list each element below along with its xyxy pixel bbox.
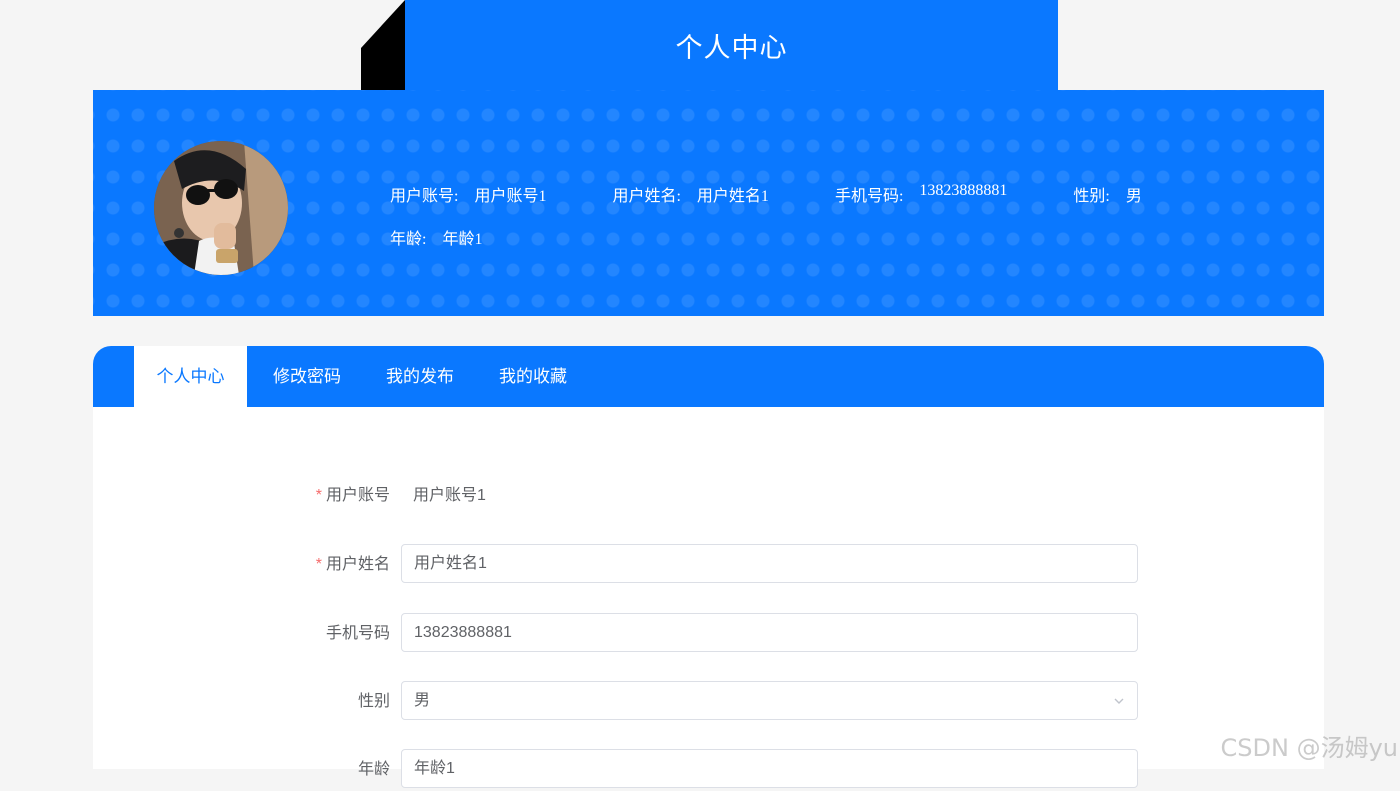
profile-info: 用户账号: 用户账号1 用户姓名: 用户姓名1 手机号码: 1382388888… [390,182,1208,268]
tab-change-password[interactable]: 修改密码 [261,346,353,407]
name-input[interactable]: 用户姓名1 [401,544,1138,583]
profile-account-label: 用户账号: [390,188,459,205]
required-mark: * [315,487,322,504]
required-mark: * [315,556,322,573]
profile-gender-label: 性别: [1073,188,1110,205]
title-corner-decoration [361,0,405,90]
tab-my-posts[interactable]: 我的发布 [374,346,466,407]
tab-bar: 个人中心 修改密码 我的发布 我的收藏 [93,346,1324,407]
profile-info-row-1: 用户账号: 用户账号1 用户姓名: 用户姓名1 手机号码: 1382388888… [390,182,1208,225]
name-label-text: 用户姓名 [325,556,390,573]
form-row-name: * 用户姓名 用户姓名1 [93,544,1324,586]
profile-name-value: 用户姓名1 [696,188,769,205]
form-row-gender: 性别 男 [93,681,1324,723]
account-label: * 用户账号 [316,475,390,517]
form-row-account: * 用户账号 用户账号1 [93,475,1324,517]
phone-input[interactable]: 13823888881 [401,613,1138,652]
gender-select-value: 男 [414,692,431,709]
profile-info-row-2: 年龄: 年龄1 [390,225,1208,268]
profile-age-value: 年龄1 [442,231,483,248]
age-label: 年龄 [357,761,390,778]
page-title-bar: 个人中心 [405,0,1058,90]
name-label: * 用户姓名 [316,544,390,586]
account-label-text: 用户账号 [325,487,390,504]
watermark: CSDN @汤姆yu [1220,734,1398,762]
phone-label: 手机号码 [325,625,390,642]
avatar [154,141,288,275]
profile-phone-label: 手机号码: [834,188,904,205]
profile-form-panel: * 用户账号 用户账号1 * 用户姓名 用户姓名1 手机号码 13823888881… [93,407,1324,788]
profile-name: 用户姓名: 用户姓名1 [612,182,768,206]
phone-input-value: 13823888881 [414,624,512,641]
chevron-down-icon [1114,698,1124,704]
form-row-age: 年龄 年龄1 [93,749,1324,791]
page-title: 个人中心 [675,33,788,63]
profile-age: 年龄: 年龄1 [390,225,482,249]
profile-gender: 性别: 男 [1073,182,1141,206]
profile-phone-value: 13823888881 [919,182,1008,199]
form-row-phone: 手机号码 13823888881 [93,613,1324,655]
profile-name-label: 用户姓名: [612,188,681,205]
gender-select[interactable]: 男 [401,681,1138,720]
profile-header: 用户账号: 用户账号1 用户姓名: 用户姓名1 手机号码: 1382388888… [93,90,1324,316]
avatar-image [154,141,288,275]
profile-account-value: 用户账号1 [474,188,547,205]
profile-phone: 手机号码: 13823888881 [835,182,1007,206]
profile-account: 用户账号: 用户账号1 [390,182,546,206]
profile-gender-value: 男 [1125,188,1142,205]
account-value: 用户账号1 [413,487,486,504]
gender-label: 性别 [357,693,390,710]
name-input-value: 用户姓名1 [414,555,487,572]
tab-personal-center[interactable]: 个人中心 [134,346,247,407]
profile-age-label: 年龄: [390,231,427,248]
tab-my-favorites[interactable]: 我的收藏 [487,346,579,407]
